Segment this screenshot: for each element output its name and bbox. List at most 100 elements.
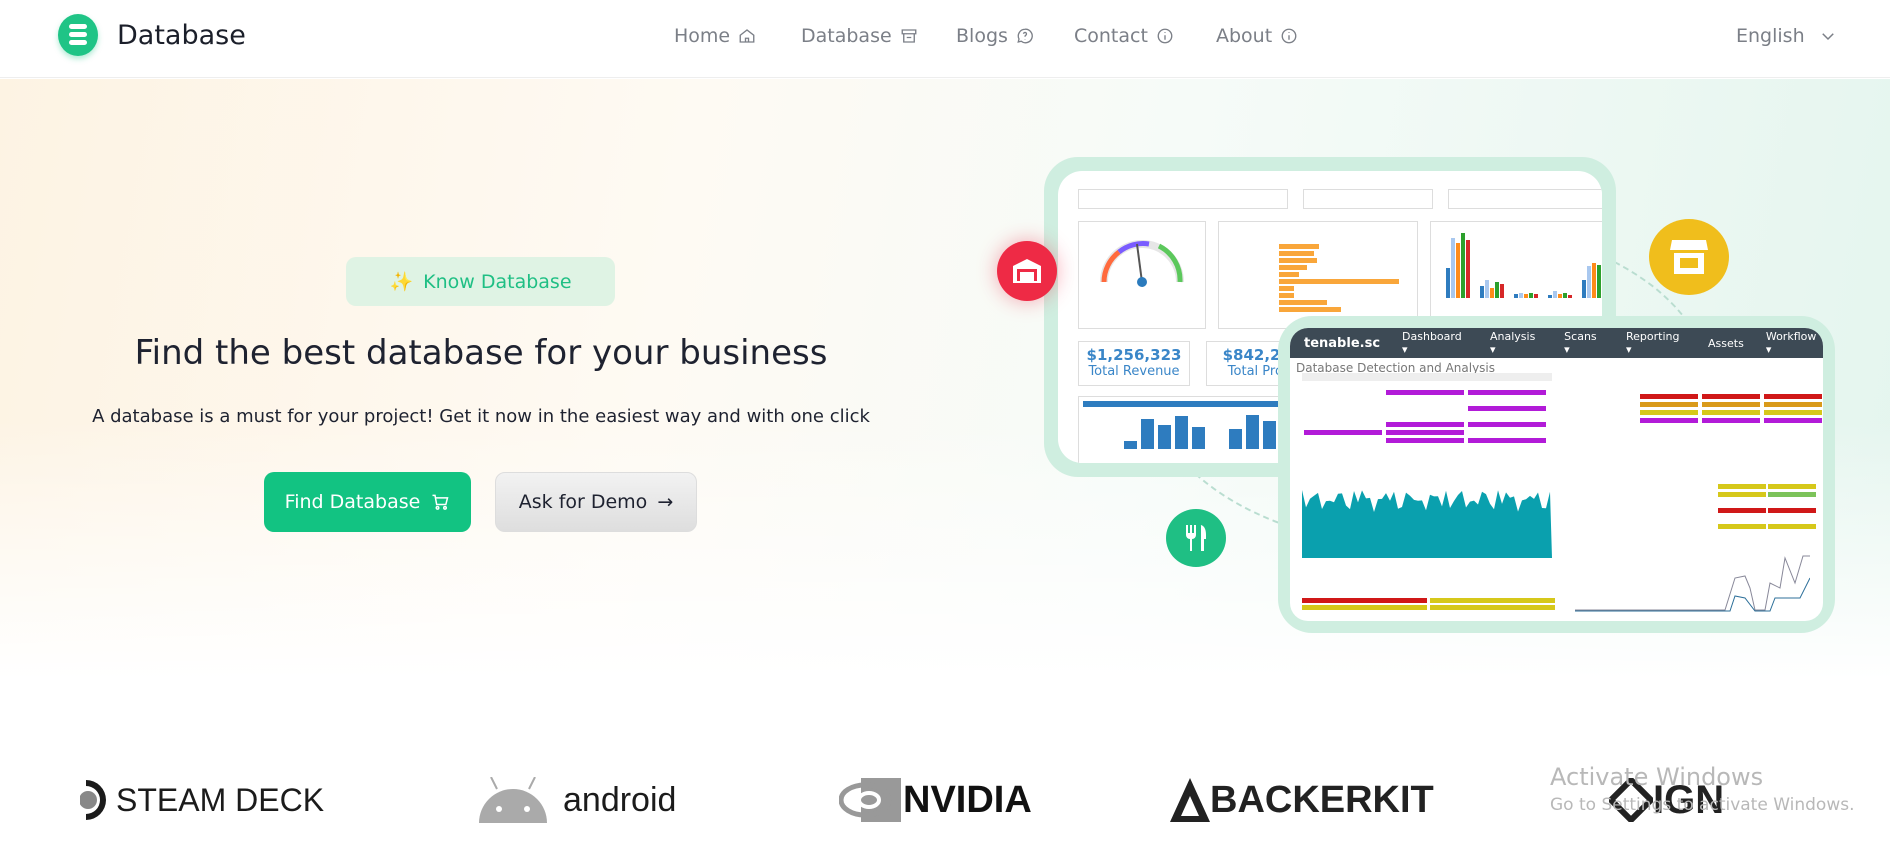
- nav-about[interactable]: About: [1216, 25, 1298, 47]
- hero-subtitle: A database is a must for your project! G…: [92, 406, 870, 427]
- chart-bar: [1279, 251, 1314, 256]
- backerkit-logo: BACKERKIT: [1170, 770, 1434, 830]
- nav-contact[interactable]: Contact: [1074, 25, 1174, 47]
- tenable-dashboard: tenable.sc Dashboard ▾ Analysis ▾ Scans …: [1290, 328, 1823, 621]
- chart-bar: [1246, 415, 1259, 449]
- chart-bar: [1192, 427, 1205, 449]
- status-cell: [1640, 418, 1698, 423]
- android-logo: android: [477, 770, 676, 830]
- status-cell: [1702, 402, 1760, 407]
- table-cell: [1468, 422, 1546, 427]
- table-cell: [1302, 598, 1427, 603]
- restaurant-icon: [1166, 509, 1226, 567]
- know-database-badge: ✨ Know Database: [346, 257, 615, 306]
- chart-bar: [1279, 244, 1319, 249]
- chart-bar: [1534, 294, 1538, 298]
- nav-label: Contact: [1074, 25, 1148, 47]
- logo-text: NVIDIA: [903, 778, 1032, 821]
- chart-bar: [1456, 243, 1460, 298]
- status-cell: [1718, 484, 1766, 489]
- tenable-dashboard-frame: tenable.sc Dashboard ▾ Analysis ▾ Scans …: [1278, 316, 1835, 633]
- menu-assets[interactable]: Assets: [1708, 337, 1744, 350]
- chart-bar: [1279, 265, 1307, 270]
- chart-bar: [1446, 268, 1450, 298]
- tenable-menu-bar: tenable.sc Dashboard ▾ Analysis ▾ Scans …: [1290, 328, 1823, 358]
- profit-by-affiliate-chart: [1218, 221, 1418, 329]
- chart-bar: [1548, 295, 1552, 298]
- menu-dashboard[interactable]: Dashboard ▾: [1402, 330, 1468, 356]
- chart-bar: [1529, 293, 1533, 298]
- status-cell: [1718, 524, 1766, 529]
- chart-bar: [1461, 233, 1465, 298]
- nav-label: Blogs: [956, 25, 1008, 47]
- table-cell: [1386, 430, 1464, 435]
- status-cell: [1702, 394, 1760, 399]
- table-cell: [1468, 406, 1546, 411]
- table-cell: [1468, 390, 1546, 395]
- table-cell: [1304, 430, 1382, 435]
- chart-bar: [1124, 441, 1137, 449]
- menu-workflow[interactable]: Workflow ▾: [1766, 330, 1823, 356]
- chart-bar: [1279, 258, 1317, 263]
- status-cell: [1768, 524, 1816, 529]
- chart-bar: [1485, 280, 1489, 298]
- nav-label: About: [1216, 25, 1273, 47]
- status-cell: [1764, 402, 1822, 407]
- chart-bar: [1558, 294, 1562, 298]
- chart-bar: [1158, 425, 1171, 449]
- top-navbar: Database Home Database Blogs Contact Abo…: [0, 0, 1890, 78]
- nav-database[interactable]: Database: [801, 25, 918, 47]
- logo-text: android: [563, 780, 677, 819]
- logo-icon[interactable]: [58, 14, 98, 56]
- windows-activation-watermark: Activate Windows Go to Settings to activa…: [1550, 763, 1855, 815]
- tenable-logo: tenable.sc: [1304, 335, 1381, 351]
- warehouse-icon: [997, 241, 1057, 301]
- chart-bar: [1524, 294, 1528, 298]
- status-cell: [1764, 418, 1822, 423]
- brand-name[interactable]: Database: [117, 20, 246, 51]
- home-icon: [739, 29, 755, 43]
- sales-by-warehouse-chart: [1430, 221, 1602, 329]
- info-icon: [1281, 28, 1297, 44]
- nav-blogs[interactable]: Blogs: [956, 25, 1034, 47]
- table-cell: [1386, 390, 1464, 395]
- find-database-button[interactable]: Find Database: [264, 472, 471, 532]
- table-cell: [1386, 422, 1464, 427]
- gauge-chart: [1078, 221, 1206, 329]
- chart-bar: [1563, 293, 1567, 298]
- table-cell: [1386, 438, 1464, 443]
- watermark-subtitle: Go to Settings to activate Windows.: [1550, 795, 1855, 815]
- revenue-value: $1,256,323: [1086, 346, 1182, 364]
- chart-bar: [1490, 288, 1494, 298]
- logo-text: BACKERKIT: [1210, 778, 1434, 821]
- store-icon: [901, 29, 917, 43]
- filter-customer-class: [1078, 189, 1288, 209]
- nav-label: Database: [801, 25, 892, 47]
- chart-bar: [1451, 238, 1455, 298]
- menu-analysis[interactable]: Analysis ▾: [1490, 330, 1542, 356]
- chart-bar: [1466, 240, 1470, 298]
- menu-scans[interactable]: Scans ▾: [1564, 330, 1604, 356]
- nav-home[interactable]: Home: [674, 25, 756, 47]
- table-cell: [1430, 598, 1555, 603]
- chart-bar: [1141, 419, 1154, 449]
- status-cell: [1702, 418, 1760, 423]
- table-cell: [1468, 438, 1546, 443]
- badge-label: Know Database: [423, 270, 572, 293]
- chart-bar: [1279, 293, 1294, 298]
- menu-reporting[interactable]: Reporting ▾: [1626, 330, 1686, 356]
- status-cell: [1640, 394, 1698, 399]
- status-cell: [1768, 492, 1816, 497]
- status-cell: [1640, 402, 1698, 407]
- chart-bar: [1263, 421, 1276, 449]
- ask-for-demo-button[interactable]: Ask for Demo →: [495, 472, 697, 532]
- language-selector[interactable]: English: [1736, 25, 1837, 47]
- filter-ship-priority: [1448, 189, 1602, 209]
- status-cell: [1768, 484, 1816, 489]
- chevron-down-icon: [1821, 33, 1834, 41]
- sparkle-icon: ✨: [389, 271, 414, 293]
- filter-region: [1303, 189, 1433, 209]
- event-trending-area-chart: [1302, 490, 1552, 558]
- store-icon: [1649, 219, 1729, 295]
- chart-bar: [1480, 286, 1484, 298]
